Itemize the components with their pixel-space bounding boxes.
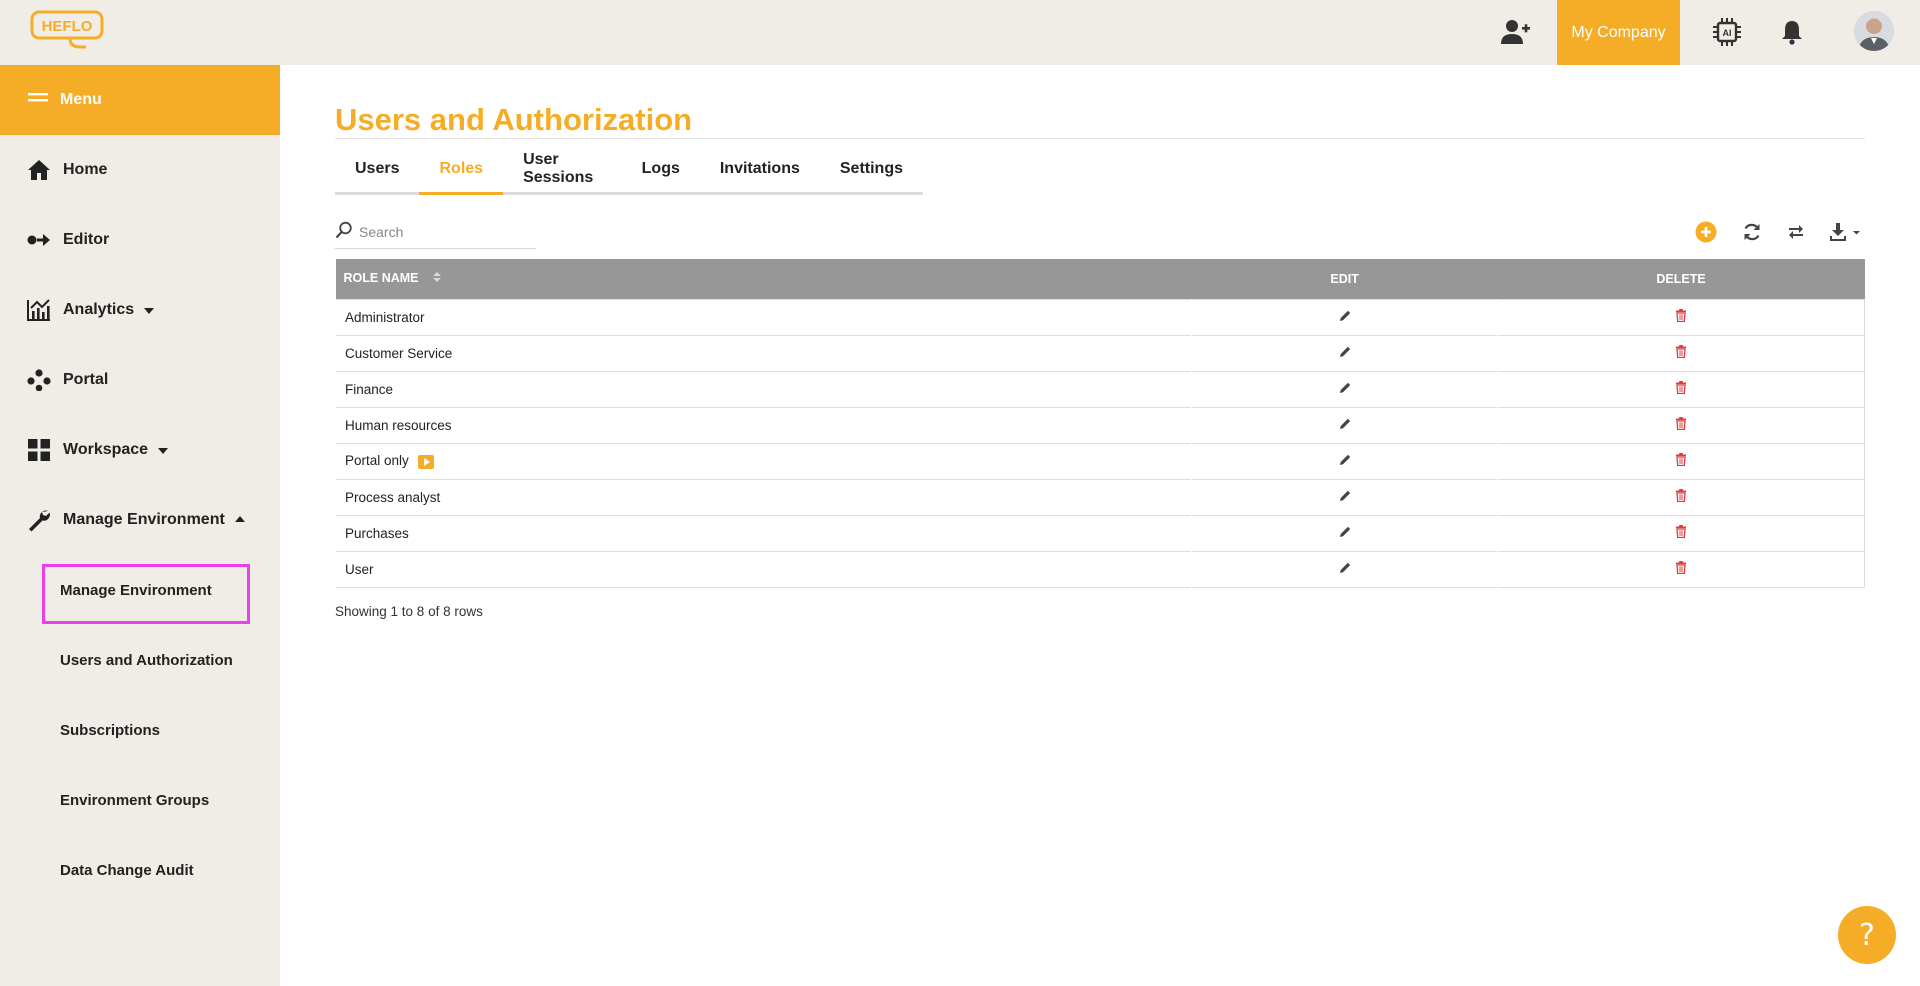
page-title: Users and Authorization (335, 102, 693, 137)
sidebar-subitem-subscriptions[interactable]: Subscriptions (0, 695, 280, 765)
menu-toggle-button[interactable]: Menu (0, 65, 280, 135)
column-header-edit: EDIT (1330, 271, 1359, 286)
chevron-up-icon (234, 516, 245, 522)
pencil-icon[interactable] (1339, 562, 1351, 577)
table-row: Administrator (335, 299, 1865, 335)
selection-highlight (42, 564, 250, 624)
tab-roles[interactable]: Roles (419, 146, 503, 195)
table-row: Process analyst (335, 479, 1865, 515)
trash-icon[interactable] (1675, 417, 1687, 433)
trash-icon[interactable] (1675, 381, 1687, 397)
sidebar-item-manage-environment[interactable]: Manage Environment (0, 485, 280, 555)
search-input[interactable] (359, 224, 529, 240)
bell-icon[interactable] (1774, 14, 1810, 50)
tab-invitations[interactable]: Invitations (700, 146, 820, 192)
table-row: Human resources (335, 407, 1865, 443)
table-header-row: ROLE NAME EDIT DELETE (335, 259, 1865, 299)
sidebar-item-home[interactable]: Home (0, 135, 280, 205)
trash-icon[interactable] (1675, 561, 1687, 577)
home-icon (26, 157, 52, 183)
role-name-cell: Administrator (345, 309, 425, 325)
pencil-icon[interactable] (1339, 526, 1351, 541)
sidebar-item-label: Portal (63, 371, 109, 388)
wrench-icon (26, 507, 52, 533)
sidebar-item-workspace[interactable]: Workspace (0, 415, 280, 485)
sort-icon[interactable] (432, 271, 442, 286)
tab-settings[interactable]: Settings (820, 146, 923, 192)
role-name-cell: Customer Service (345, 345, 453, 361)
table-row: Customer Service (335, 335, 1865, 371)
editor-icon (26, 227, 52, 253)
portal-icon (26, 367, 52, 393)
pencil-icon[interactable] (1339, 310, 1351, 325)
tab-bar: Users Roles User Sessions Logs Invitatio… (335, 146, 923, 195)
pencil-icon[interactable] (1339, 418, 1351, 433)
sidebar: Menu Home Editor Analytics Portal Worksp… (0, 65, 280, 986)
roles-table: ROLE NAME EDIT DELETE Administrator Cust… (335, 259, 1865, 588)
sidebar-item-editor[interactable]: Editor (0, 205, 280, 275)
sidebar-subitem-environment-groups[interactable]: Environment Groups (0, 765, 280, 835)
help-button[interactable]: ? (1838, 906, 1896, 964)
add-circle-icon[interactable] (1692, 218, 1720, 246)
table-row: Purchases (335, 515, 1865, 551)
workspace-icon (26, 437, 52, 463)
sidebar-item-portal[interactable]: Portal (0, 345, 280, 415)
sidebar-item-label: Workspace (63, 441, 149, 458)
columns-toggle-icon[interactable] (1782, 218, 1810, 246)
sidebar-item-label: Editor (63, 231, 110, 248)
sidebar-item-label: Home (63, 161, 108, 178)
user-avatar[interactable] (1854, 11, 1894, 51)
column-header-label: ROLE NAME (343, 271, 419, 286)
sidebar-subitem-users-and-authorization[interactable]: Users and Authorization (0, 625, 280, 695)
pencil-icon[interactable] (1339, 490, 1351, 505)
tab-users[interactable]: Users (335, 146, 419, 192)
role-name-cell: Finance (345, 381, 394, 397)
play-badge-icon[interactable] (417, 454, 434, 469)
column-header-role-name[interactable]: ROLE NAME (336, 259, 1192, 299)
column-header-delete: DELETE (1656, 271, 1706, 286)
role-name-text: Portal only (345, 453, 409, 469)
ai-chip-icon[interactable]: AI (1709, 14, 1745, 50)
analytics-icon (26, 297, 52, 323)
trash-icon[interactable] (1675, 345, 1687, 361)
company-selector-button[interactable]: My Company (1557, 0, 1680, 65)
role-name-cell: Human resources (345, 417, 452, 433)
search-icon (335, 221, 353, 244)
refresh-icon[interactable] (1738, 218, 1766, 246)
trash-icon[interactable] (1675, 453, 1687, 469)
trash-icon[interactable] (1675, 309, 1687, 325)
download-icon[interactable] (1826, 218, 1866, 246)
user-plus-icon[interactable] (1498, 14, 1534, 50)
sidebar-item-label: Manage Environment (63, 511, 225, 528)
sidebar-item-analytics[interactable]: Analytics (0, 275, 280, 345)
pencil-icon[interactable] (1339, 382, 1351, 397)
hamburger-icon (28, 91, 48, 109)
role-name-cell: Process analyst (345, 489, 441, 505)
role-name-cell: User (345, 561, 374, 577)
top-bar: HEFLO My Company AI (0, 0, 1920, 65)
chevron-down-icon (158, 448, 169, 454)
pencil-icon[interactable] (1339, 346, 1351, 361)
tab-logs[interactable]: Logs (622, 146, 700, 192)
role-name-cell: Portal only (336, 443, 1192, 479)
table-row: User (335, 551, 1865, 587)
heflo-logo[interactable]: HEFLO (30, 10, 106, 50)
svg-text:AI: AI (1723, 28, 1732, 38)
search-box (335, 216, 536, 249)
role-name-cell: Purchases (345, 525, 409, 541)
tab-user-sessions[interactable]: User Sessions (503, 146, 622, 192)
sidebar-item-label: Analytics (63, 301, 135, 318)
trash-icon[interactable] (1675, 525, 1687, 541)
pagination-summary: Showing 1 to 8 of 8 rows (335, 604, 483, 619)
chevron-down-icon (144, 308, 155, 314)
table-row: Finance (335, 371, 1865, 407)
title-divider (335, 138, 1865, 139)
logo-text: HEFLO (42, 18, 93, 35)
menu-label: Menu (60, 91, 102, 108)
table-row: Portal only (335, 443, 1865, 479)
sidebar-subitem-data-change-audit[interactable]: Data Change Audit (0, 835, 280, 905)
trash-icon[interactable] (1675, 489, 1687, 505)
pencil-icon[interactable] (1339, 454, 1351, 469)
